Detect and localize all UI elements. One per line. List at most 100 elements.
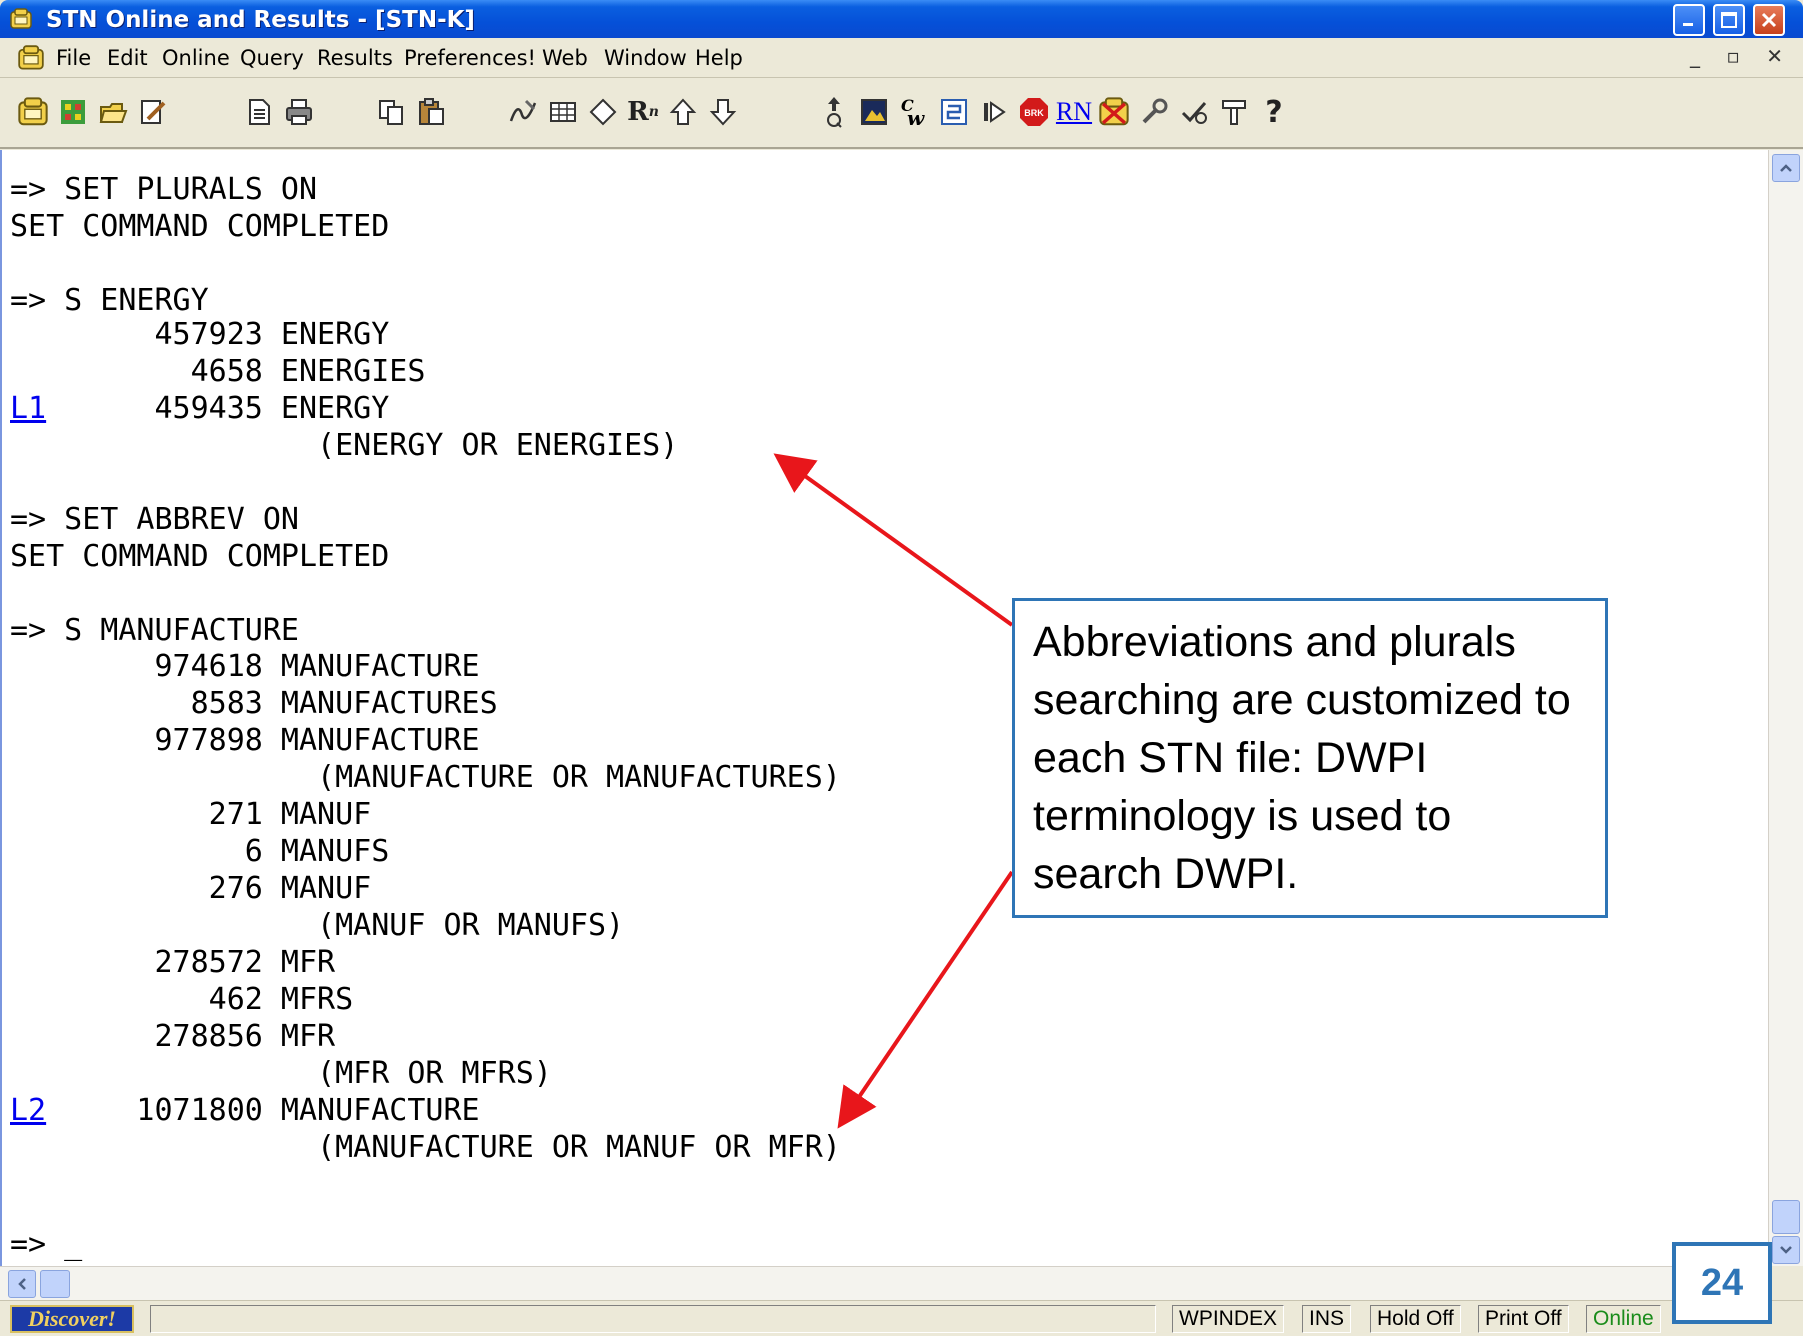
up-arrow-icon[interactable] [664,92,702,132]
help-label: ? [1265,94,1283,130]
scroll-left-button[interactable] [8,1270,36,1298]
minimize-button[interactable] [1673,4,1705,36]
status-message-panel [150,1305,1156,1333]
r-label: R [627,97,649,127]
maximize-button[interactable] [1713,4,1745,36]
rn-icon[interactable]: RN [1055,92,1093,132]
status-online: Online [1586,1305,1661,1333]
chevron-left-icon [18,1278,26,1290]
menu-file[interactable]: File [56,46,91,70]
terminal-line: (MFR OR MFRS) [10,1056,552,1091]
svg-text:w: w [907,106,925,129]
signature-icon[interactable] [504,92,542,132]
menu-window[interactable]: Window [604,46,687,70]
r-icon[interactable]: Rn [624,92,662,132]
image-icon[interactable] [855,92,893,132]
terminal-line: (MANUFACTURE OR MANUFACTURES) [10,760,841,795]
connect-icon[interactable] [54,92,92,132]
toolbar: Rn Cw BRK RN ? [0,78,1803,149]
scroll-up-button[interactable] [1772,154,1800,182]
paste-icon[interactable] [412,92,450,132]
menu-bar: File Edit Online Query Results Preferenc… [0,38,1803,78]
mdi-window-controls[interactable]: _ ▫ ✕ [1690,44,1793,68]
hammer-icon[interactable] [1215,92,1253,132]
terminal-line: => _ [10,1227,83,1262]
vertical-scrollbar[interactable] [1768,150,1803,1266]
annotation-callout: Abbreviations and plurals searching are … [1012,598,1608,918]
break-icon[interactable]: BRK [1015,92,1053,132]
copy-icon[interactable] [372,92,410,132]
check-icon[interactable] [1175,92,1213,132]
terminal-line: 977898 MANUFACTURE [10,723,480,758]
break-label: BRK [1024,108,1044,118]
menu-online[interactable]: Online [162,46,230,70]
terminal-line: 459435 ENERGY [10,391,390,426]
structure-icon[interactable] [935,92,973,132]
terminal-line: SET COMMAND COMPLETED [10,209,390,244]
scroll-down-button[interactable] [1772,1236,1800,1264]
answer-set-link-l1[interactable]: L1 [10,392,46,426]
edit-icon[interactable] [134,92,172,132]
terminal-line: 8583 MANUFACTURES [10,686,498,721]
status-bar: Discover! WPINDEX INS Hold Off Print Off… [0,1300,1803,1336]
chevron-down-icon [1780,1246,1792,1254]
window-title: STN Online and Results - [STN-K] [46,7,475,33]
close-icon [1761,12,1777,28]
status-print: Print Off [1478,1305,1569,1333]
answer-set-link-l2[interactable]: L2 [10,1094,46,1128]
terminal-line: (MANUFACTURE OR MANUF OR MFR) [10,1130,841,1165]
stn-crossed-icon[interactable] [1095,92,1133,132]
diamond-icon[interactable] [584,92,622,132]
title-bar: STN Online and Results - [STN-K] [0,0,1803,38]
stn-logo-icon[interactable] [14,92,52,132]
help-icon[interactable]: ? [1255,92,1293,132]
status-insert-mode: INS [1302,1305,1352,1333]
print-icon[interactable] [280,92,318,132]
maximize-icon [1721,12,1737,28]
menu-web[interactable]: Web [542,46,588,70]
terminal-line: 462 MFRS [10,982,354,1017]
close-button[interactable] [1753,4,1785,36]
terminal-line: => SET PLURALS ON [10,172,318,207]
scroll-thumb[interactable] [1772,1200,1800,1234]
open-icon[interactable] [94,92,132,132]
terminal-line: (MANUF OR MANUFS) [10,908,625,943]
page-number: 24 [1672,1242,1772,1324]
terminal-line: => SET ABBREV ON [10,502,299,537]
horizontal-scroll-thumb[interactable] [40,1270,70,1298]
stn-app-icon [10,8,32,29]
terminal-line: => S MANUFACTURE [10,613,299,648]
menu-results[interactable]: Results [317,46,393,70]
terminal-line: 4658 ENERGIES [10,354,426,389]
terminal-line: 974618 MANUFACTURE [10,649,480,684]
menu-preferences[interactable]: Preferences! [404,46,536,70]
terminal-line: 457923 ENERGY [10,317,390,352]
query-icon[interactable] [815,92,853,132]
table-icon[interactable] [544,92,582,132]
status-hold: Hold Off [1370,1305,1461,1333]
minimize-icon [1683,23,1693,26]
play-icon[interactable] [975,92,1013,132]
status-database: WPINDEX [1172,1305,1285,1333]
stn-document-icon[interactable] [18,45,44,71]
terminal-line: 278572 MFR [10,945,336,980]
terminal-line: => S ENERGY [10,283,209,318]
terminal-line: 271 MANUF [10,797,372,832]
menu-edit[interactable]: Edit [107,46,148,70]
terminal-line: 6 MANUFS [10,834,390,869]
menu-query[interactable]: Query [240,46,304,70]
document-icon[interactable] [240,92,278,132]
down-arrow-icon[interactable] [704,92,742,132]
terminal-line: 276 MANUF [10,871,372,906]
tools-icon[interactable] [1135,92,1173,132]
terminal-line: 278856 MFR [10,1019,336,1054]
terminal-line: SET COMMAND COMPLETED [10,539,390,574]
terminal-line: (ENERGY OR ENERGIES) [10,428,679,463]
horizontal-scrollbar[interactable] [0,1266,1768,1300]
rn-label: RN [1055,97,1093,126]
formula-icon[interactable]: Cw [895,92,933,132]
discover-button[interactable]: Discover! [10,1305,134,1333]
menu-help[interactable]: Help [695,46,743,70]
terminal-line: 1071800 MANUFACTURE [10,1093,480,1128]
chevron-up-icon [1780,164,1792,172]
